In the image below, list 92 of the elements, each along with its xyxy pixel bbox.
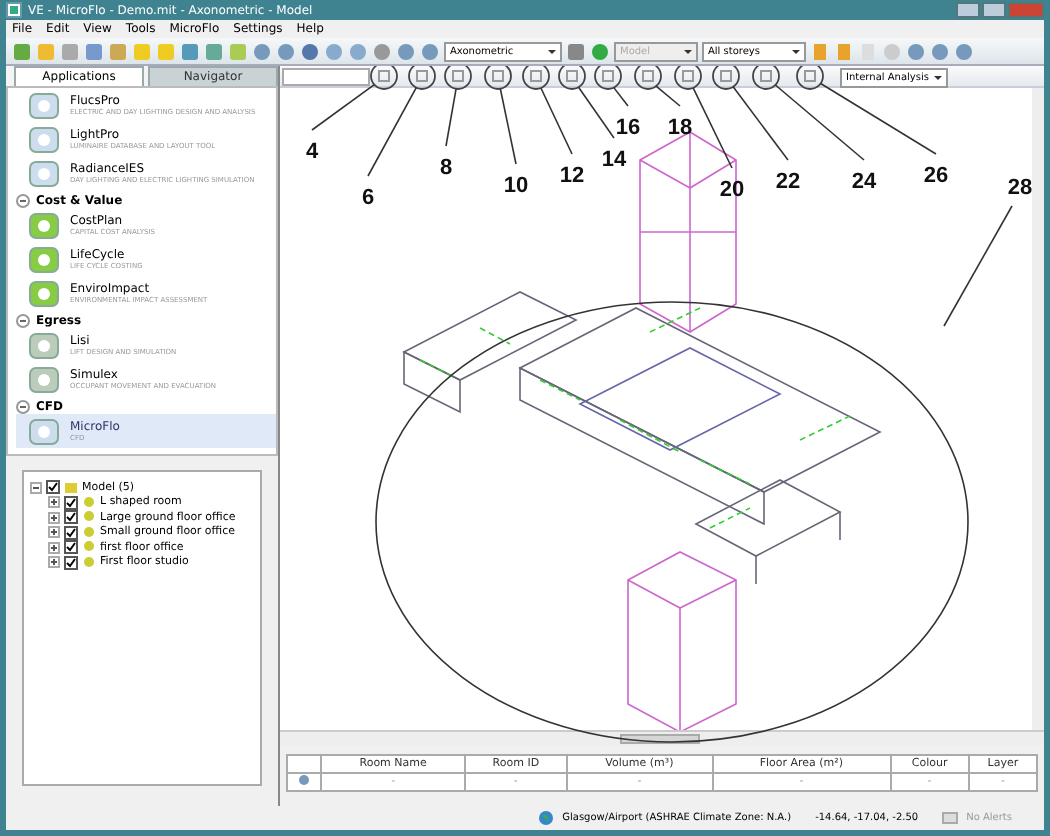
tool-icon[interactable] <box>414 68 430 84</box>
app-icon <box>28 159 60 187</box>
square-icon[interactable] <box>228 41 248 61</box>
app-icon <box>28 125 60 153</box>
square-icon[interactable] <box>566 41 586 61</box>
row-icon <box>287 773 321 791</box>
square-icon[interactable] <box>204 41 224 61</box>
square-icon[interactable] <box>132 41 152 61</box>
circle-icon[interactable] <box>276 41 296 61</box>
app-icon <box>28 331 60 359</box>
tool-icon[interactable] <box>490 68 506 84</box>
app-icon <box>6 2 22 18</box>
circle-icon[interactable] <box>372 41 392 61</box>
callout-number: 22 <box>775 170 801 194</box>
callout-number: 26 <box>923 164 949 188</box>
tool-icon[interactable] <box>758 68 774 84</box>
square-icon[interactable] <box>180 41 200 61</box>
tool-icon[interactable] <box>802 68 818 84</box>
circle-icon[interactable] <box>324 41 344 61</box>
vertical-scrollbar[interactable] <box>1032 88 1044 730</box>
app-icon <box>28 417 60 445</box>
tool-icon[interactable] <box>640 68 656 84</box>
circle-icon[interactable] <box>590 41 610 61</box>
globe-icon <box>538 810 555 826</box>
square-icon[interactable] <box>60 41 80 61</box>
leader-line <box>540 87 573 155</box>
checkbox[interactable] <box>64 495 78 510</box>
collapse-icon[interactable] <box>16 399 30 413</box>
app-icon <box>28 365 60 393</box>
tool-icon[interactable] <box>600 68 616 84</box>
leader-line <box>499 88 517 165</box>
minimize-button[interactable] <box>956 2 980 18</box>
checkbox[interactable] <box>46 480 60 495</box>
tool-icon[interactable] <box>680 68 696 84</box>
tool-icon[interactable] <box>450 68 466 84</box>
collapse-icon[interactable] <box>30 481 42 494</box>
expand-icon[interactable] <box>48 511 60 524</box>
circle-icon[interactable] <box>954 41 974 61</box>
leader-line <box>692 87 733 169</box>
square-icon[interactable] <box>36 41 56 61</box>
square-icon[interactable] <box>84 41 104 61</box>
leader-line <box>819 82 937 155</box>
callout-number: 10 <box>503 174 529 198</box>
folder-icon <box>64 480 78 495</box>
checkbox[interactable] <box>64 510 78 525</box>
tool-icon[interactable] <box>718 68 734 84</box>
circle-icon[interactable] <box>930 41 950 61</box>
square-icon[interactable] <box>810 41 830 61</box>
tool-icon[interactable] <box>564 68 580 84</box>
circle-icon[interactable] <box>300 41 320 61</box>
square-icon[interactable] <box>108 41 128 61</box>
circle-icon[interactable] <box>906 41 926 61</box>
maximize-button[interactable] <box>982 2 1006 18</box>
horizontal-scrollbar[interactable] <box>280 730 1044 746</box>
leader-line <box>943 205 1013 327</box>
tool-icon[interactable] <box>528 68 544 84</box>
expand-icon[interactable] <box>48 556 60 569</box>
app-icon <box>28 211 60 239</box>
circle-icon[interactable] <box>420 41 440 61</box>
collapse-icon[interactable] <box>16 193 30 207</box>
callout-number: 12 <box>559 164 585 188</box>
square-icon[interactable] <box>156 41 176 61</box>
checkbox[interactable] <box>64 555 78 570</box>
square-icon[interactable] <box>834 41 854 61</box>
callout-number: 16 <box>615 116 641 140</box>
app-icon <box>28 245 60 273</box>
tool-icon[interactable] <box>376 68 392 84</box>
callout-number: 8 <box>439 156 453 180</box>
circle-icon[interactable] <box>396 41 416 61</box>
expand-icon[interactable] <box>48 541 60 554</box>
callout-number: 28 <box>1007 176 1033 200</box>
app-icon <box>28 279 60 307</box>
callout-number: 14 <box>601 148 627 172</box>
circle-icon[interactable] <box>348 41 368 61</box>
table-header <box>287 755 321 773</box>
callout-number: 4 <box>305 140 319 164</box>
app-icon <box>28 91 60 119</box>
input-field[interactable] <box>282 68 370 86</box>
leader-line <box>655 85 681 107</box>
callout-number: 20 <box>719 178 745 202</box>
checkbox[interactable] <box>64 540 78 555</box>
callout-number: 18 <box>667 116 693 140</box>
expand-icon[interactable] <box>48 496 60 509</box>
expand-icon[interactable] <box>48 526 60 539</box>
scroll-thumb[interactable] <box>620 734 700 744</box>
collapse-icon[interactable] <box>16 313 30 327</box>
callout-number: 6 <box>361 186 375 210</box>
leader-line <box>445 88 457 147</box>
checkbox[interactable] <box>64 525 78 540</box>
callout-number: 24 <box>851 170 877 194</box>
square-icon[interactable] <box>12 41 32 61</box>
circle-icon[interactable] <box>252 41 272 61</box>
